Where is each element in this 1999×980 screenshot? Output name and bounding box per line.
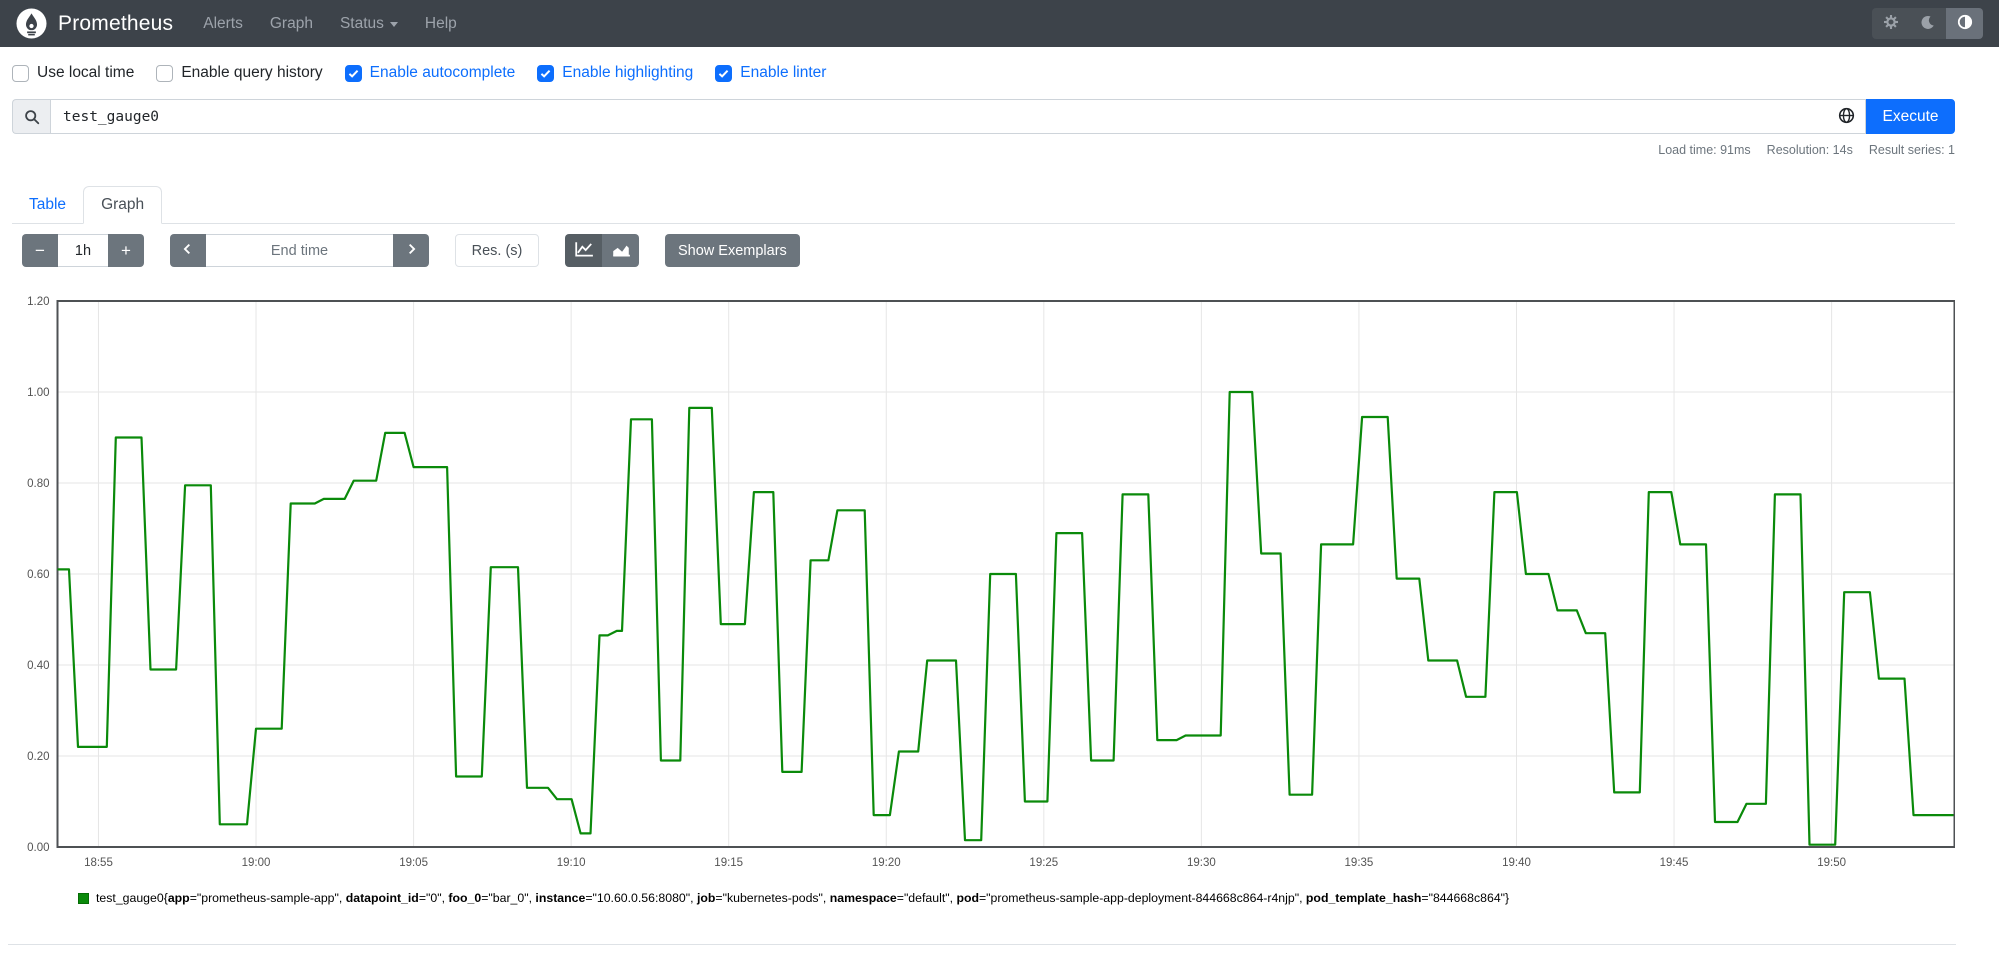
x-tick-label: 19:20 <box>872 857 901 869</box>
navbar-links: Alerts Graph Status Help <box>203 15 1872 33</box>
option-enable-linter[interactable]: Enable linter <box>715 64 826 82</box>
option-label: Enable highlighting <box>562 64 694 81</box>
navbar: Prometheus Alerts Graph Status Help <box>0 0 1999 47</box>
caret-down-icon <box>389 22 398 27</box>
checkbox-checked-icon[interactable] <box>715 64 733 82</box>
x-tick-label: 18:55 <box>84 857 113 869</box>
x-tick-label: 19:05 <box>399 857 428 869</box>
nav-link-alerts[interactable]: Alerts <box>203 15 243 33</box>
series-label-text: test_gauge0{app="prometheus-sample-app",… <box>96 891 1510 905</box>
contrast-half-icon <box>1957 14 1973 33</box>
option-use-local-time[interactable]: Use local time <box>12 64 134 82</box>
settings-button[interactable] <box>1872 8 1909 39</box>
tab-graph[interactable]: Graph <box>83 186 163 224</box>
brand-title: Prometheus <box>58 11 174 35</box>
brand[interactable]: Prometheus <box>16 8 173 39</box>
query-input[interactable] <box>50 99 1828 134</box>
globe-icon <box>1838 107 1855 127</box>
x-tick-label: 19:30 <box>1187 857 1216 869</box>
prometheus-logo-icon <box>16 8 47 39</box>
query-options-row: Use local time Enable query history Enable… <box>12 58 826 88</box>
series-color-swatch <box>78 893 89 904</box>
option-label: Use local time <box>37 64 135 81</box>
auto-theme-button[interactable] <box>1946 8 1983 39</box>
dark-theme-button[interactable] <box>1909 8 1946 39</box>
y-tick-label: 0.80 <box>27 478 49 490</box>
checkbox-checked-icon[interactable] <box>344 64 362 82</box>
x-tick-label: 19:15 <box>714 857 743 869</box>
result-series: Result series: 1 <box>1868 143 1955 157</box>
y-tick-label: 0.40 <box>27 660 49 672</box>
option-enable-highlighting[interactable]: Enable highlighting <box>537 64 693 82</box>
nav-link-graph[interactable]: Graph <box>270 15 313 33</box>
legend-series-name: test_gauge0 <box>96 891 164 905</box>
x-tick-label: 19:35 <box>1345 857 1374 869</box>
gear-icon <box>1883 14 1899 33</box>
y-tick-label: 0.20 <box>27 751 49 763</box>
series-legend[interactable]: test_gauge0{app="prometheus-sample-app",… <box>78 891 1509 905</box>
option-enable-query-history[interactable]: Enable query history <box>156 64 323 82</box>
time-series-chart[interactable]: 0.00 0.20 0.40 0.60 0.80 1.00 1.20 18:55 19:00 19… <box>12 240 1955 885</box>
option-label: Enable query history <box>181 64 323 81</box>
option-label: Enable linter <box>740 64 827 81</box>
checkbox-checked-icon[interactable] <box>537 64 555 82</box>
x-tick-label: 19:40 <box>1502 857 1531 869</box>
query-input-group: Execute <box>12 99 1955 134</box>
y-tick-label: 0.60 <box>27 569 49 581</box>
load-time: Load time: 91ms <box>1658 143 1751 157</box>
moon-icon <box>1920 15 1935 33</box>
y-tick-label: 0.00 <box>27 842 49 854</box>
y-tick-label: 1.00 <box>27 387 49 399</box>
x-tick-label: 19:25 <box>1029 857 1058 869</box>
nav-link-status[interactable]: Status <box>340 15 398 33</box>
nav-link-help[interactable]: Help <box>425 15 457 33</box>
tab-table[interactable]: Table <box>12 187 83 223</box>
series-line <box>57 390 1954 846</box>
checkbox-unchecked-icon[interactable] <box>156 64 174 82</box>
prometheus-app: Prometheus Alerts Graph Status Help Use … <box>0 0 1999 980</box>
x-tick-label: 19:10 <box>557 857 586 869</box>
bottom-divider <box>8 944 1956 945</box>
option-enable-autocomplete[interactable]: Enable autocomplete <box>344 64 516 82</box>
option-label: Enable autocomplete <box>369 64 516 81</box>
search-icon <box>12 99 50 134</box>
resolution: Resolution: 14s <box>1766 143 1853 157</box>
execute-button[interactable]: Execute <box>1866 99 1955 134</box>
x-tick-label: 19:00 <box>242 857 271 869</box>
theme-toggle-group <box>1872 8 1983 39</box>
checkbox-unchecked-icon[interactable] <box>12 64 29 82</box>
x-tick-label: 19:45 <box>1660 857 1689 869</box>
panel-tabs: Table Graph <box>12 183 1955 224</box>
y-tick-label: 1.20 <box>27 296 49 308</box>
metrics-explorer-button[interactable] <box>1828 99 1866 134</box>
query-stats: Load time: 91ms Resolution: 14s Result s… <box>1658 143 1955 157</box>
x-tick-label: 19:50 <box>1817 857 1846 869</box>
